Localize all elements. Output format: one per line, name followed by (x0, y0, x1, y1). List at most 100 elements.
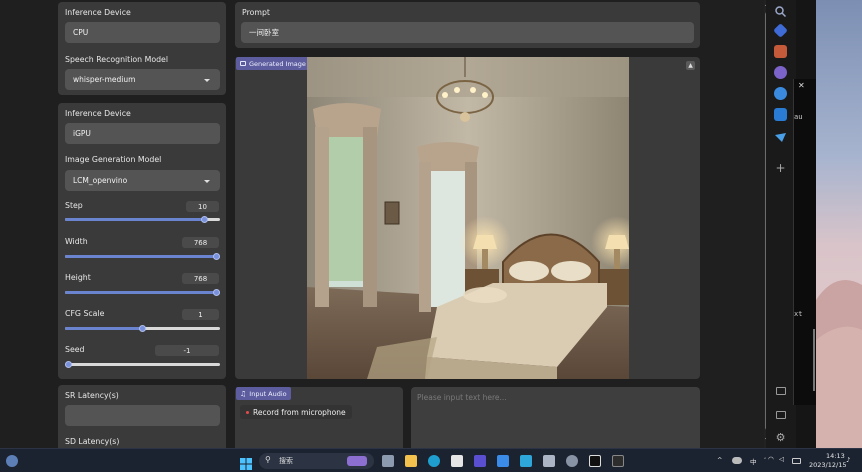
chevron-down-icon (204, 179, 210, 183)
step-slider-handle[interactable] (201, 216, 208, 223)
ime-indicator[interactable]: 中 (750, 456, 757, 466)
height-number-input[interactable]: 768 (182, 273, 219, 284)
browser-sidebar: + ⚙ (766, 0, 796, 448)
width-slider[interactable] (65, 253, 220, 260)
screen-cast-icon[interactable] (776, 387, 786, 395)
terminal-line: xt (794, 310, 803, 318)
seed-number-input[interactable]: -1 (155, 345, 219, 356)
width-number-input[interactable]: 768 (182, 237, 219, 248)
clock-date[interactable]: 2023/12/15 (809, 461, 846, 469)
games-icon[interactable] (774, 66, 787, 79)
battery-icon[interactable] (792, 458, 801, 464)
prompt-panel: Prompt 一间卧室 (235, 2, 700, 48)
terminal-close-button[interactable]: ✕ (798, 81, 805, 90)
notepad-icon[interactable] (520, 455, 532, 467)
cfg-scale-label: CFG Scale (65, 309, 105, 318)
asr-model-label: Speech Recognition Model (65, 55, 169, 64)
capcut-icon[interactable] (589, 455, 601, 467)
height-slider-fill (65, 291, 220, 294)
record-button-label: Record from microphone (253, 407, 346, 417)
seed-slider[interactable] (65, 361, 220, 368)
image-icon (240, 61, 246, 66)
generated-image-panel: Generated Image ▲ (235, 57, 700, 379)
width-label: Width (65, 237, 88, 246)
input-method-icon[interactable]: ʼ (764, 456, 766, 464)
text-input-area[interactable]: Please input text here... (417, 393, 507, 402)
asr-model-value: whisper-medium (73, 75, 136, 84)
clock-time[interactable]: 14:13 (826, 452, 845, 460)
record-dot-icon (246, 410, 249, 414)
volume-icon[interactable]: ◁ (779, 455, 784, 463)
app-window: Inference Device CPU Speech Recognition … (0, 0, 766, 448)
edge-browser-icon[interactable] (428, 455, 440, 467)
terminal-scrollbar[interactable] (813, 329, 815, 391)
terminal-window: ✕ au xt (793, 79, 816, 405)
chevron-down-icon (204, 78, 210, 82)
outlook-icon[interactable] (774, 108, 787, 121)
vs-icon[interactable] (474, 455, 486, 467)
seed-slider-handle[interactable] (65, 361, 72, 368)
store-icon[interactable] (451, 455, 463, 467)
asr-device-label: Inference Device (65, 8, 131, 17)
desktop-wallpaper (816, 0, 862, 448)
cfg-scale-slider-handle[interactable] (139, 325, 146, 332)
show-hidden-icons-icon[interactable]: ^ (717, 456, 722, 464)
notification-bell-icon[interactable]: ♪ (846, 456, 850, 464)
app-icon[interactable] (497, 455, 509, 467)
width-slider-handle[interactable] (213, 253, 220, 260)
latency-panel: SR Latency(s) SD Latency(s) (58, 385, 226, 448)
cfg-scale-number-input[interactable]: 1 (182, 309, 219, 320)
step-slider[interactable] (65, 216, 220, 223)
wifi-icon[interactable]: ◠ (768, 455, 774, 463)
add-icon[interactable]: + (774, 162, 787, 175)
height-slider-handle[interactable] (213, 289, 220, 296)
send-icon[interactable] (774, 129, 787, 142)
width-slider-fill (65, 255, 220, 258)
copilot-icon[interactable] (774, 87, 787, 100)
sd-latency-label: SD Latency(s) (65, 437, 120, 446)
gear-icon[interactable]: ⚙ (774, 431, 787, 444)
search-highlight-icon (347, 456, 367, 466)
prompt-label: Prompt (242, 8, 270, 17)
cfg-scale-slider-fill (65, 327, 143, 330)
taskbar-search-box[interactable]: ⚲ 搜索 (259, 453, 374, 469)
file-explorer-icon[interactable] (405, 455, 417, 467)
asr-device-input[interactable]: CPU (65, 22, 220, 43)
height-slider[interactable] (65, 289, 220, 296)
image-model-value: LCM_openvino (73, 176, 128, 185)
taskbar: ⚲ 搜索 ^ 中 ʼ ◠ ◁ 14:13 2023/12/15 ♪ (0, 448, 862, 472)
cfg-scale-slider[interactable] (65, 325, 220, 332)
onedrive-icon[interactable] (732, 457, 742, 464)
start-button[interactable] (240, 455, 252, 470)
input-audio-badge: ♫ Input Audio (236, 387, 291, 400)
step-number-input[interactable]: 10 (186, 201, 219, 212)
weather-icon[interactable] (6, 455, 18, 467)
wallpaper-art (816, 280, 862, 448)
prompt-input[interactable]: 一间卧室 (241, 22, 694, 43)
step-label: Step (65, 201, 83, 210)
height-label: Height (65, 273, 91, 282)
generated-image-badge: Generated Image (236, 57, 310, 70)
record-from-microphone-button[interactable]: Record from microphone (240, 405, 352, 419)
settings-icon[interactable] (566, 455, 578, 467)
image-model-select[interactable]: LCM_openvino (65, 170, 220, 191)
asr-settings-panel: Inference Device CPU Speech Recognition … (58, 2, 226, 95)
sidebar-toggle-icon[interactable] (776, 411, 786, 419)
download-icon[interactable]: ▲ (686, 61, 695, 70)
terminal-line: au (794, 113, 803, 121)
step-slider-fill (65, 218, 205, 221)
task-view-icon[interactable] (382, 455, 394, 467)
image-device-input[interactable]: iGPU (65, 123, 220, 144)
briefcase-icon[interactable] (774, 45, 787, 58)
tag-icon[interactable] (773, 23, 788, 38)
image-model-label: Image Generation Model (65, 155, 162, 164)
image-settings-panel: Inference Device iGPU Image Generation M… (58, 103, 226, 379)
input-audio-panel: ♫ Input Audio Record from microphone (235, 387, 403, 448)
search-icon[interactable] (774, 3, 787, 18)
terminal-app-icon[interactable] (543, 455, 555, 467)
text-input-panel: Please input text here... (411, 387, 700, 448)
asr-model-select[interactable]: whisper-medium (65, 69, 220, 90)
taskbar-search-label: 搜索 (279, 457, 293, 465)
image-device-label: Inference Device (65, 109, 131, 118)
cmd-icon[interactable] (612, 455, 624, 467)
